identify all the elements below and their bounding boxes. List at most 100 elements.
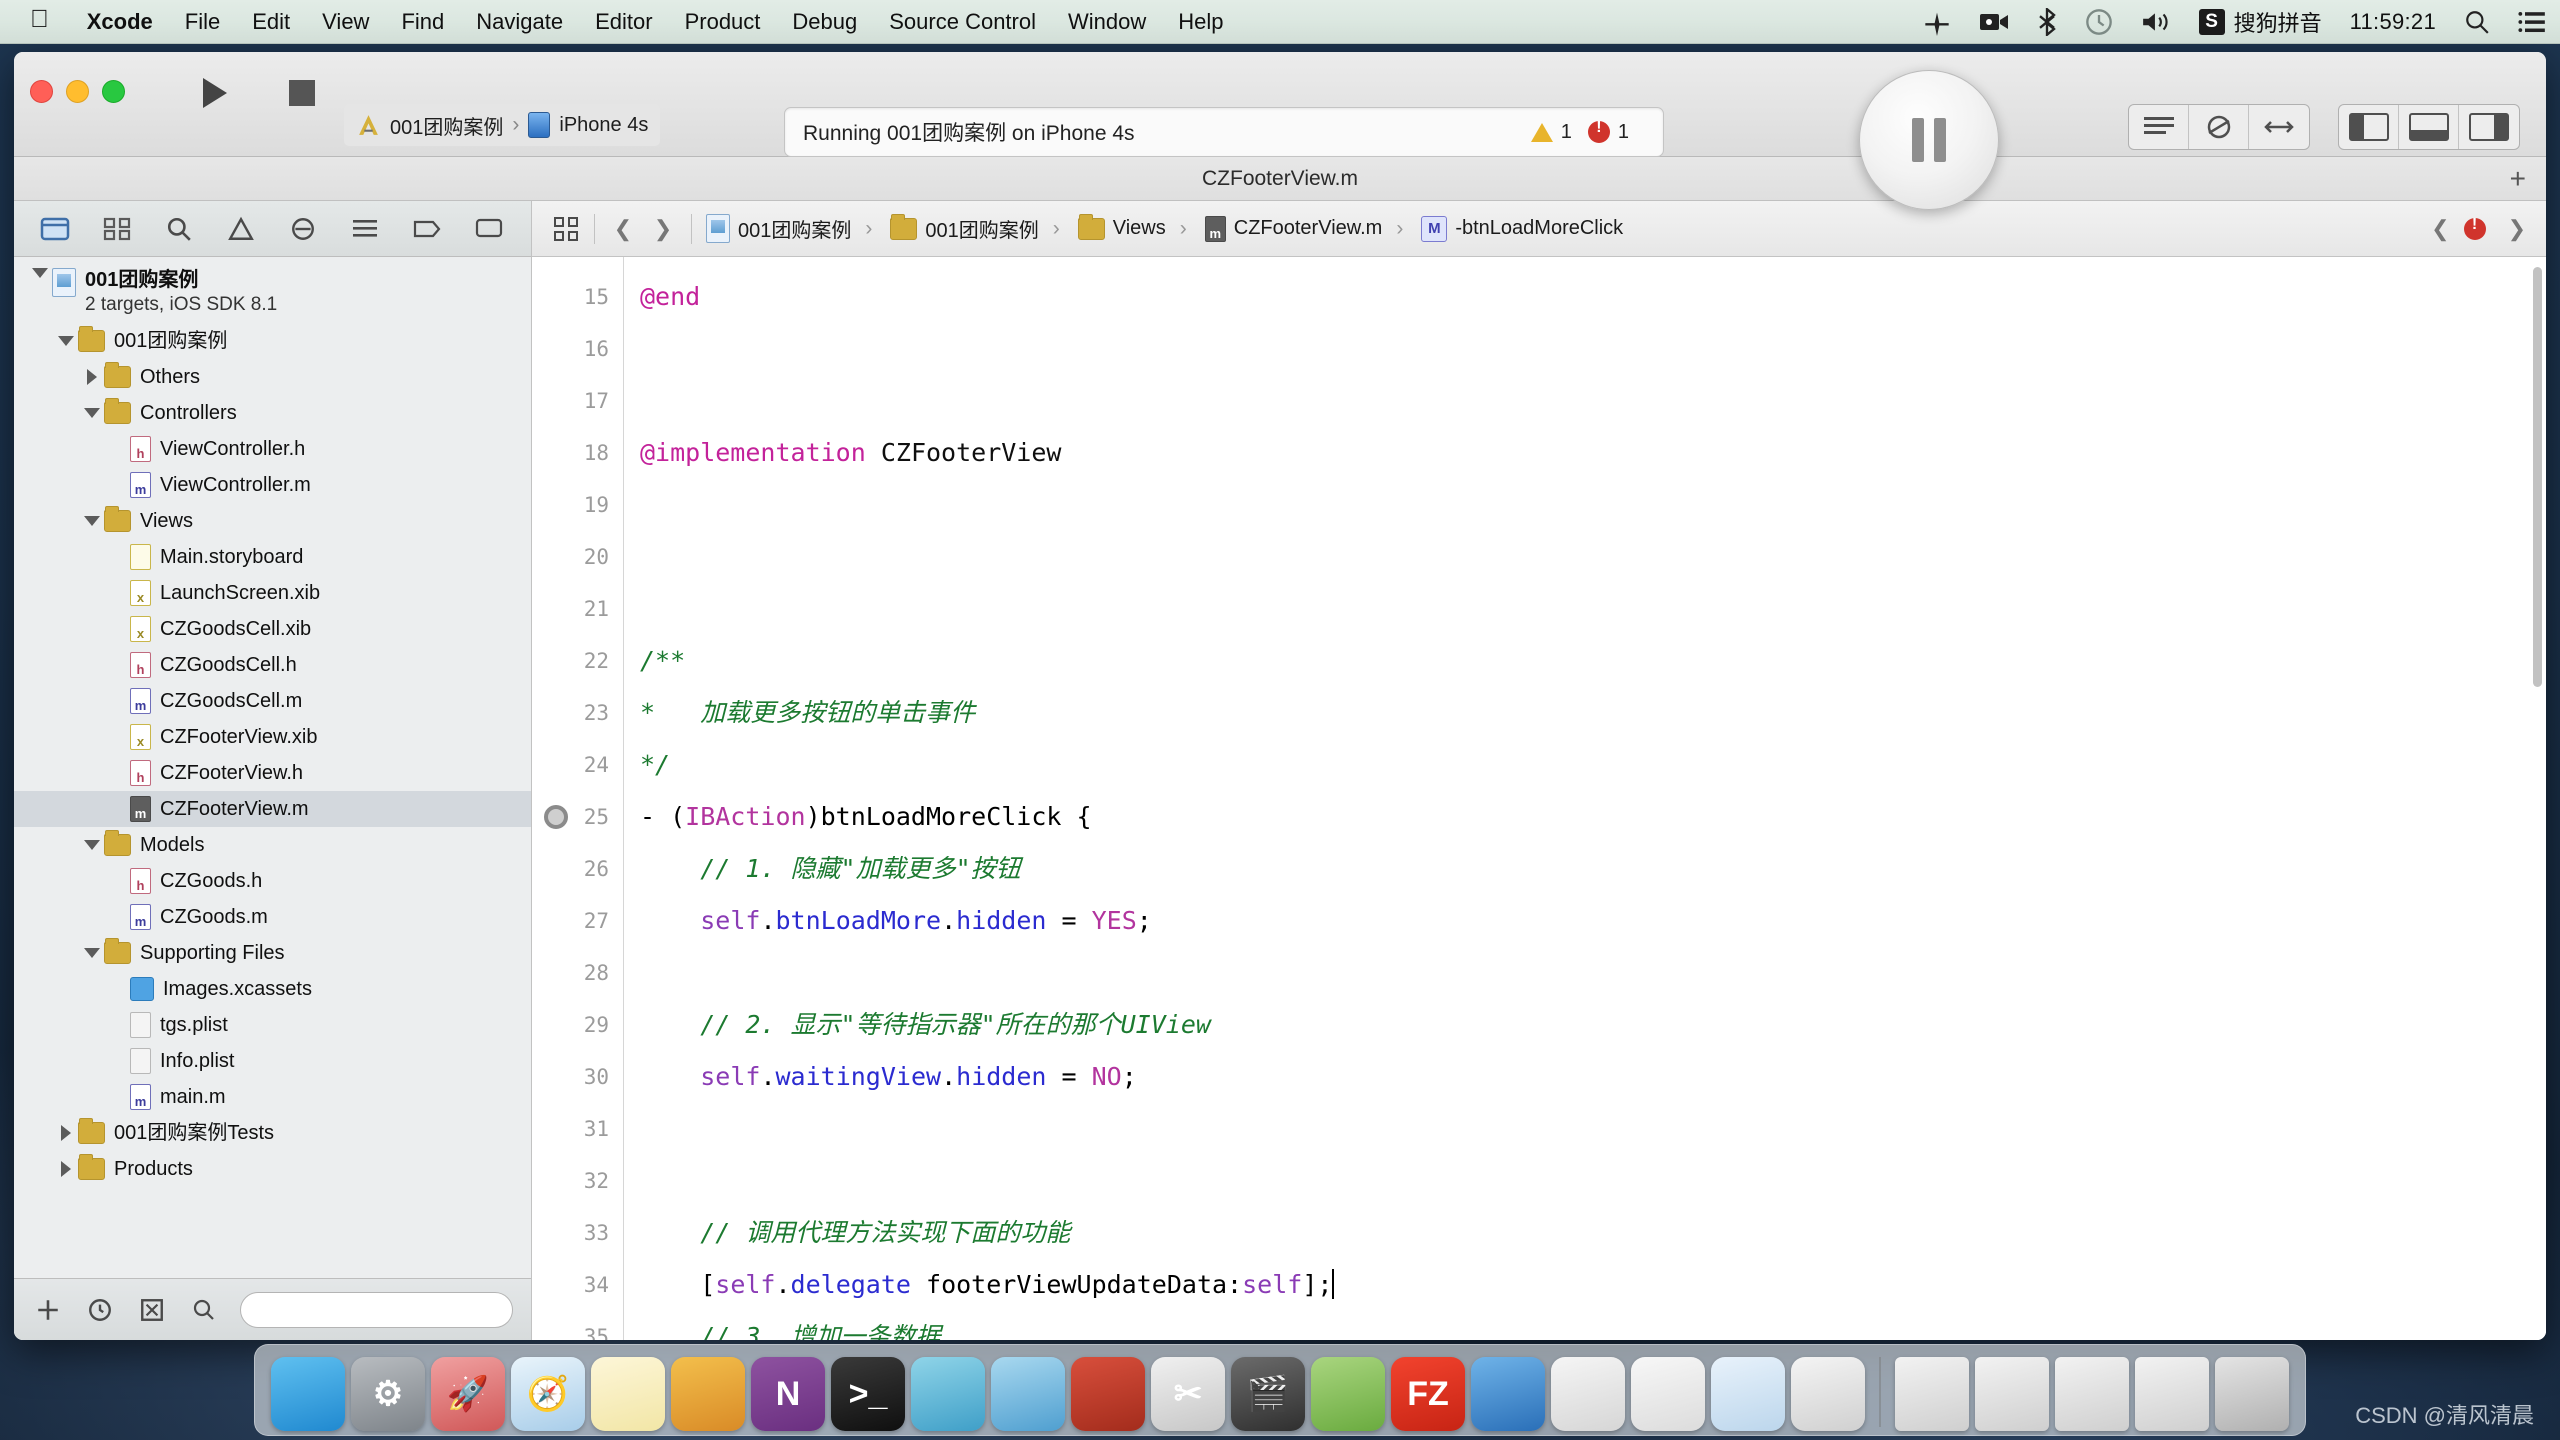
add-icon[interactable] [32, 1294, 64, 1326]
navigator-row-7[interactable]: Main.storyboard [14, 539, 531, 575]
line-number-22[interactable]: 22 [532, 635, 623, 687]
navigator-row-8[interactable]: x LaunchScreen.xib [14, 575, 531, 611]
maximize-window-button[interactable] [102, 80, 125, 103]
breakpoint-navigator-icon[interactable] [406, 210, 448, 248]
code-line-26[interactable]: // 1. 隐藏"加载更多"按钮 [640, 843, 2546, 895]
code-line-17[interactable] [640, 375, 2546, 427]
menu-item-window[interactable]: Window [1052, 9, 1162, 35]
input-method-indicator[interactable]: S 搜狗拼音 [2185, 6, 2336, 38]
filter-unsaved-icon[interactable] [136, 1294, 168, 1326]
breadcrumb-item-group[interactable]: 001团购案例 › [884, 213, 1071, 243]
menu-bar-clock[interactable]: 11:59:21 [2336, 9, 2450, 35]
disclosure-triangle[interactable] [28, 268, 52, 278]
finder-icon[interactable] [271, 1357, 345, 1431]
navigator-row-18[interactable]: Supporting Files [14, 935, 531, 971]
menu-item-view[interactable]: View [306, 9, 385, 35]
code-line-35[interactable]: // 3. 增加一条数据 [640, 1311, 2546, 1340]
apple-logo-icon[interactable]:  [0, 7, 71, 32]
code-line-24[interactable]: */ [640, 739, 2546, 791]
navigator-row-24[interactable]: Products [14, 1151, 531, 1187]
system-preferences-icon[interactable]: ⚙ [351, 1357, 425, 1431]
project-navigator-icon[interactable] [34, 210, 76, 248]
code-line-23[interactable]: * 加载更多按钮的单击事件 [640, 687, 2546, 739]
navigator-row-13[interactable]: h CZFooterView.h [14, 755, 531, 791]
cleanmymac-icon[interactable] [911, 1357, 985, 1431]
line-number-17[interactable]: 17 [532, 375, 623, 427]
time-machine-icon[interactable] [2071, 8, 2127, 36]
line-number-21[interactable]: 21 [532, 583, 623, 635]
debug-navigator-icon[interactable] [344, 210, 386, 248]
navigator-row-16[interactable]: h CZGoods.h [14, 863, 531, 899]
code-line-15[interactable]: @end [640, 271, 2546, 323]
code-line-22[interactable]: /** [640, 635, 2546, 687]
terminal-icon[interactable]: >_ [831, 1357, 905, 1431]
standard-editor-icon[interactable] [2129, 105, 2189, 149]
line-number-31[interactable]: 31 [532, 1103, 623, 1155]
safari-icon[interactable]: 🧭 [511, 1357, 585, 1431]
disclosure-triangle[interactable] [80, 369, 104, 385]
breakpoint-marker[interactable] [544, 805, 568, 829]
line-number-23[interactable]: 23 [532, 687, 623, 739]
line-number-29[interactable]: 29 [532, 999, 623, 1051]
disclosure-triangle[interactable] [54, 1161, 78, 1177]
navigator-row-6[interactable]: Views [14, 503, 531, 539]
navigator-row-17[interactable]: m CZGoods.m [14, 899, 531, 935]
code-line-18[interactable]: @implementation CZFooterView [640, 427, 2546, 479]
breadcrumb-item-method[interactable]: M -btnLoadMoreClick [1415, 215, 1629, 242]
menu-item-xcode[interactable]: Xcode [71, 9, 169, 35]
report-navigator-icon[interactable] [468, 210, 510, 248]
app-icon[interactable] [991, 1357, 1065, 1431]
volume-icon[interactable] [2127, 9, 2185, 35]
symbol-navigator-icon[interactable] [96, 210, 138, 248]
minimize-window-button[interactable] [66, 80, 89, 103]
activity-icon[interactable] [1631, 1357, 1705, 1431]
code-line-27[interactable]: self.btnLoadMore.hidden = YES; [640, 895, 2546, 947]
run-button[interactable] [174, 67, 256, 119]
code-line-28[interactable] [640, 947, 2546, 999]
xcode-icon[interactable] [1471, 1357, 1545, 1431]
screen-record-icon[interactable] [1965, 10, 2023, 34]
menu-item-source-control[interactable]: Source Control [873, 9, 1052, 35]
test-navigator-icon[interactable] [282, 210, 324, 248]
menu-item-product[interactable]: Product [669, 9, 777, 35]
airplay-icon[interactable] [1909, 8, 1965, 36]
next-issue-button[interactable]: ❯ [2508, 216, 2526, 242]
filezilla-icon[interactable]: FZ [1391, 1357, 1465, 1431]
line-number-24[interactable]: 24 [532, 739, 623, 791]
keynote-icon[interactable] [1791, 1357, 1865, 1431]
code-line-29[interactable]: // 2. 显示"等待指示器"所在的那个UIView [640, 999, 2546, 1051]
navigator-row-12[interactable]: x CZFooterView.xib [14, 719, 531, 755]
code-line-16[interactable] [640, 323, 2546, 375]
breadcrumb-item-views[interactable]: Views › [1072, 213, 1199, 241]
code-line-30[interactable]: self.waitingView.hidden = NO; [640, 1051, 2546, 1103]
photos-icon[interactable] [1311, 1357, 1385, 1431]
navigator-row-11[interactable]: m CZGoodsCell.m [14, 683, 531, 719]
navigator-row-3[interactable]: Controllers [14, 395, 531, 431]
navigator-row-22[interactable]: m main.m [14, 1079, 531, 1115]
line-number-19[interactable]: 19 [532, 479, 623, 531]
code-area[interactable]: 15 16 17 18 19 20 21 22 23 24 25 26 27 28 29 30 31 32 33 34… [532, 257, 2546, 1340]
onenote-icon[interactable]: N [751, 1357, 825, 1431]
navigator-row-23[interactable]: 001团购案例Tests [14, 1115, 531, 1151]
menu-item-navigate[interactable]: Navigate [460, 9, 579, 35]
navigator-row-0[interactable]: 001团购案例 2 targets, iOS SDK 8.1 [14, 265, 531, 323]
toggle-debug-area-icon[interactable] [2399, 105, 2459, 149]
menu-item-file[interactable]: File [169, 9, 236, 35]
minimized-window-3-icon[interactable] [2055, 1357, 2129, 1431]
project-navigator-tree[interactable]: 001团购案例 2 targets, iOS SDK 8.1 001团购案例 Othe… [14, 257, 531, 1278]
code-line-31[interactable] [640, 1103, 2546, 1155]
launchpad-icon[interactable]: 🚀 [431, 1357, 505, 1431]
line-number-gutter[interactable]: 15 16 17 18 19 20 21 22 23 24 25 26 27 28 29 30 31 32 33 34… [532, 257, 624, 1340]
minimized-window-1-icon[interactable] [1895, 1357, 1969, 1431]
search-icon[interactable] [2450, 9, 2504, 35]
notes-icon[interactable] [591, 1357, 665, 1431]
navigator-row-1[interactable]: 001团购案例 [14, 323, 531, 359]
menu-item-help[interactable]: Help [1162, 9, 1239, 35]
code-line-32[interactable] [640, 1155, 2546, 1207]
line-number-33[interactable]: 33 [532, 1207, 623, 1259]
tools-icon[interactable] [1071, 1357, 1145, 1431]
line-number-35[interactable]: 35 [532, 1311, 623, 1340]
bluetooth-icon[interactable] [2023, 7, 2071, 36]
navigator-row-19[interactable]: Images.xcassets [14, 971, 531, 1007]
navigator-row-21[interactable]: Info.plist [14, 1043, 531, 1079]
